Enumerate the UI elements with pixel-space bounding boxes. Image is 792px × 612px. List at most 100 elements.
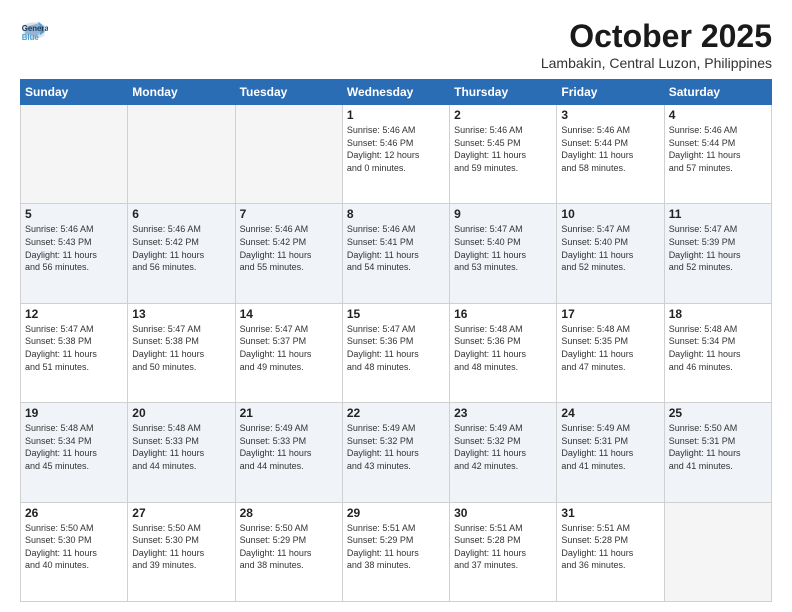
table-row: 10 Sunrise: 5:47 AM Sunset: 5:40 PM Dayli… <box>557 204 664 303</box>
day-number: 24 <box>561 406 659 420</box>
table-row: 8 Sunrise: 5:46 AM Sunset: 5:41 PM Daylig… <box>342 204 449 303</box>
table-row: 1 Sunrise: 5:46 AM Sunset: 5:46 PM Daylig… <box>342 105 449 204</box>
day-info: Sunrise: 5:49 AM Sunset: 5:33 PM Dayligh… <box>240 422 338 472</box>
header: General Blue October 2025 Lambakin, Cent… <box>20 18 772 71</box>
day-info: Sunrise: 5:50 AM Sunset: 5:31 PM Dayligh… <box>669 422 767 472</box>
day-info: Sunrise: 5:47 AM Sunset: 5:38 PM Dayligh… <box>25 323 123 373</box>
table-row: 12 Sunrise: 5:47 AM Sunset: 5:38 PM Dayli… <box>21 303 128 402</box>
table-row: 22 Sunrise: 5:49 AM Sunset: 5:32 PM Dayli… <box>342 403 449 502</box>
day-number: 29 <box>347 506 445 520</box>
table-row <box>235 105 342 204</box>
header-thursday: Thursday <box>450 80 557 105</box>
day-info: Sunrise: 5:50 AM Sunset: 5:30 PM Dayligh… <box>132 522 230 572</box>
table-row: 27 Sunrise: 5:50 AM Sunset: 5:30 PM Dayli… <box>128 502 235 601</box>
day-info: Sunrise: 5:49 AM Sunset: 5:31 PM Dayligh… <box>561 422 659 472</box>
day-number: 3 <box>561 108 659 122</box>
day-info: Sunrise: 5:51 AM Sunset: 5:29 PM Dayligh… <box>347 522 445 572</box>
day-number: 25 <box>669 406 767 420</box>
table-row: 4Sunrise: 5:46 AM Sunset: 5:44 PM Daylig… <box>664 105 771 204</box>
day-info: Sunrise: 5:49 AM Sunset: 5:32 PM Dayligh… <box>454 422 552 472</box>
day-info: Sunrise: 5:50 AM Sunset: 5:29 PM Dayligh… <box>240 522 338 572</box>
page: General Blue October 2025 Lambakin, Cent… <box>0 0 792 612</box>
header-friday: Friday <box>557 80 664 105</box>
day-info: Sunrise: 5:47 AM Sunset: 5:40 PM Dayligh… <box>561 223 659 273</box>
table-row: 13 Sunrise: 5:47 AM Sunset: 5:38 PM Dayli… <box>128 303 235 402</box>
day-number: 12 <box>25 307 123 321</box>
day-number: 23 <box>454 406 552 420</box>
day-number: 5 <box>25 207 123 221</box>
day-number: 8 <box>347 207 445 221</box>
day-info: Sunrise: 5:46 AM Sunset: 5:42 PM Dayligh… <box>240 223 338 273</box>
day-number: 22 <box>347 406 445 420</box>
header-sunday: Sunday <box>21 80 128 105</box>
day-number: 13 <box>132 307 230 321</box>
day-number: 28 <box>240 506 338 520</box>
day-number: 10 <box>561 207 659 221</box>
day-info: Sunrise: 5:47 AM Sunset: 5:37 PM Dayligh… <box>240 323 338 373</box>
day-info: Sunrise: 5:51 AM Sunset: 5:28 PM Dayligh… <box>561 522 659 572</box>
table-row: 23 Sunrise: 5:49 AM Sunset: 5:32 PM Dayli… <box>450 403 557 502</box>
logo-icon: General Blue <box>20 18 48 46</box>
day-info: Sunrise: 5:49 AM Sunset: 5:32 PM Dayligh… <box>347 422 445 472</box>
day-info: Sunrise: 5:47 AM Sunset: 5:38 PM Dayligh… <box>132 323 230 373</box>
day-info: Sunrise: 5:48 AM Sunset: 5:36 PM Dayligh… <box>454 323 552 373</box>
day-info: Sunrise: 5:47 AM Sunset: 5:40 PM Dayligh… <box>454 223 552 273</box>
day-number: 7 <box>240 207 338 221</box>
day-number: 18 <box>669 307 767 321</box>
day-number: 27 <box>132 506 230 520</box>
day-number: 19 <box>25 406 123 420</box>
table-row <box>128 105 235 204</box>
table-row: 26Sunrise: 5:50 AM Sunset: 5:30 PM Dayli… <box>21 502 128 601</box>
table-row: 16 Sunrise: 5:48 AM Sunset: 5:36 PM Dayli… <box>450 303 557 402</box>
day-info: Sunrise: 5:46 AM Sunset: 5:46 PM Dayligh… <box>347 124 445 174</box>
day-info: Sunrise: 5:46 AM Sunset: 5:43 PM Dayligh… <box>25 223 123 273</box>
header-tuesday: Tuesday <box>235 80 342 105</box>
header-saturday: Saturday <box>664 80 771 105</box>
table-row: 2Sunrise: 5:46 AM Sunset: 5:45 PM Daylig… <box>450 105 557 204</box>
day-number: 16 <box>454 307 552 321</box>
table-row <box>21 105 128 204</box>
table-row: 7 Sunrise: 5:46 AM Sunset: 5:42 PM Daylig… <box>235 204 342 303</box>
day-info: Sunrise: 5:46 AM Sunset: 5:42 PM Dayligh… <box>132 223 230 273</box>
svg-text:Blue: Blue <box>22 33 40 42</box>
table-row: 3 Sunrise: 5:46 AM Sunset: 5:44 PM Daylig… <box>557 105 664 204</box>
day-number: 2 <box>454 108 552 122</box>
day-number: 9 <box>454 207 552 221</box>
day-info: Sunrise: 5:48 AM Sunset: 5:34 PM Dayligh… <box>25 422 123 472</box>
day-number: 14 <box>240 307 338 321</box>
calendar-week-row: 12 Sunrise: 5:47 AM Sunset: 5:38 PM Dayli… <box>21 303 772 402</box>
calendar-week-row: 5 Sunrise: 5:46 AM Sunset: 5:43 PM Daylig… <box>21 204 772 303</box>
day-number: 1 <box>347 108 445 122</box>
table-row: 9 Sunrise: 5:47 AM Sunset: 5:40 PM Daylig… <box>450 204 557 303</box>
table-row <box>664 502 771 601</box>
day-number: 21 <box>240 406 338 420</box>
day-number: 31 <box>561 506 659 520</box>
day-info: Sunrise: 5:51 AM Sunset: 5:28 PM Dayligh… <box>454 522 552 572</box>
month-title: October 2025 <box>541 18 772 55</box>
calendar-header-row: Sunday Monday Tuesday Wednesday Thursday… <box>21 80 772 105</box>
table-row: 25 Sunrise: 5:50 AM Sunset: 5:31 PM Dayli… <box>664 403 771 502</box>
table-row: 30Sunrise: 5:51 AM Sunset: 5:28 PM Dayli… <box>450 502 557 601</box>
day-info: Sunrise: 5:46 AM Sunset: 5:44 PM Dayligh… <box>561 124 659 174</box>
svg-text:General: General <box>22 24 48 33</box>
table-row: 15 Sunrise: 5:47 AM Sunset: 5:36 PM Dayli… <box>342 303 449 402</box>
day-number: 4 <box>669 108 767 122</box>
logo: General Blue <box>20 18 50 46</box>
table-row: 31 Sunrise: 5:51 AM Sunset: 5:28 PM Dayli… <box>557 502 664 601</box>
day-number: 15 <box>347 307 445 321</box>
title-block: October 2025 Lambakin, Central Luzon, Ph… <box>541 18 772 71</box>
day-number: 17 <box>561 307 659 321</box>
day-number: 20 <box>132 406 230 420</box>
day-info: Sunrise: 5:46 AM Sunset: 5:41 PM Dayligh… <box>347 223 445 273</box>
calendar-week-row: 19 Sunrise: 5:48 AM Sunset: 5:34 PM Dayli… <box>21 403 772 502</box>
table-row: 28 Sunrise: 5:50 AM Sunset: 5:29 PM Dayli… <box>235 502 342 601</box>
day-number: 26 <box>25 506 123 520</box>
day-info: Sunrise: 5:48 AM Sunset: 5:34 PM Dayligh… <box>669 323 767 373</box>
calendar-week-row: 1 Sunrise: 5:46 AM Sunset: 5:46 PM Daylig… <box>21 105 772 204</box>
day-info: Sunrise: 5:47 AM Sunset: 5:36 PM Dayligh… <box>347 323 445 373</box>
location: Lambakin, Central Luzon, Philippines <box>541 55 772 71</box>
table-row: 18 Sunrise: 5:48 AM Sunset: 5:34 PM Dayli… <box>664 303 771 402</box>
header-wednesday: Wednesday <box>342 80 449 105</box>
table-row: 21 Sunrise: 5:49 AM Sunset: 5:33 PM Dayli… <box>235 403 342 502</box>
day-number: 11 <box>669 207 767 221</box>
